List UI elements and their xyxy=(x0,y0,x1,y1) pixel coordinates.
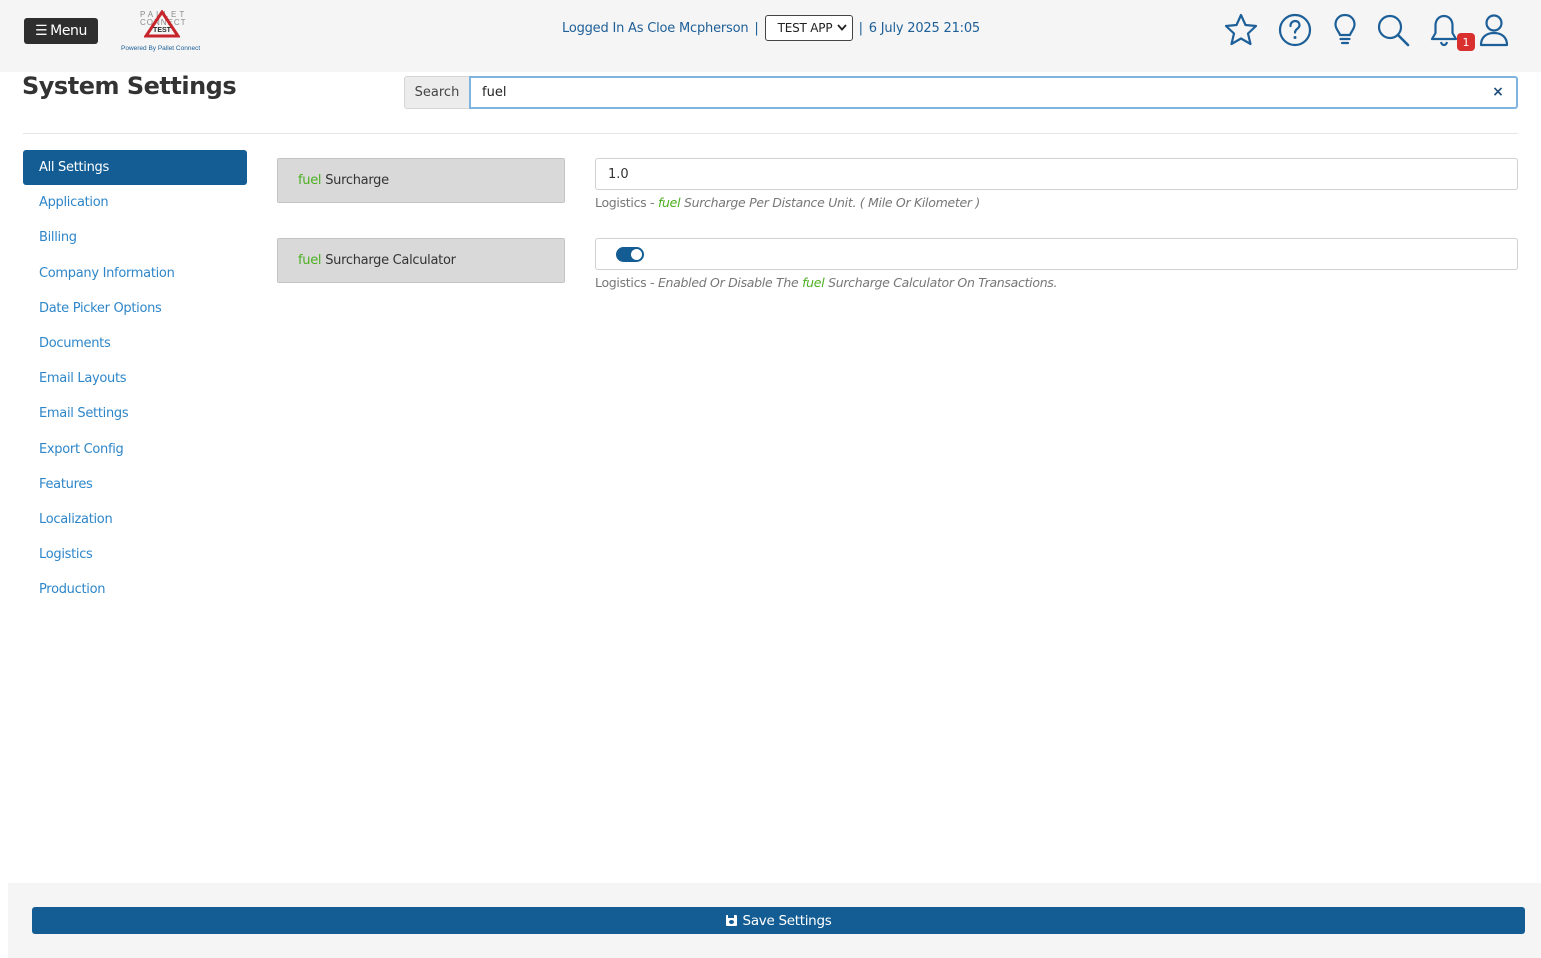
user-info-bar: Logged In As Cloe Mcpherson | TEST APP |… xyxy=(562,15,980,41)
sidebar-item-company-information[interactable]: Company Information xyxy=(23,256,247,291)
app-logo[interactable]: PALLET CONNECT TEST Powered By Pallet Co… xyxy=(118,8,208,56)
setting-description-text: Enabled Or Disable The xyxy=(657,275,799,290)
sidebar-item-billing[interactable]: Billing xyxy=(23,220,247,255)
setting-description-text: Surcharge Calculator On Transactions. xyxy=(828,275,1058,290)
clear-search-button[interactable]: × xyxy=(1490,84,1506,100)
sidebar-item-all-settings[interactable]: All Settings xyxy=(23,150,247,186)
sidebar-item-email-layouts[interactable]: Email Layouts xyxy=(23,361,247,396)
menu-button-label: Menu xyxy=(50,23,87,39)
sidebar-item-export-config[interactable]: Export Config xyxy=(23,432,247,467)
star-icon xyxy=(1224,13,1258,46)
separator: | xyxy=(858,20,863,36)
search-highlight: fuel xyxy=(657,195,681,210)
search-icon xyxy=(1377,14,1410,47)
user-profile-button[interactable] xyxy=(1474,10,1514,50)
user-icon xyxy=(1479,14,1509,47)
divider xyxy=(23,133,1518,134)
menu-button[interactable]: ☰ Menu xyxy=(24,18,98,44)
setting-description: Logistics - fuel Surcharge Per Distance … xyxy=(595,195,980,210)
setting-label-fuel-surcharge: fuel Surcharge xyxy=(277,158,565,203)
logo-badge-text: TEST xyxy=(153,27,172,34)
tips-button[interactable] xyxy=(1325,10,1365,50)
fuel-surcharge-calculator-toggle[interactable] xyxy=(616,246,644,262)
help-icon xyxy=(1278,13,1312,47)
settings-sidebar: All Settings Application Billing Company… xyxy=(23,150,247,607)
notification-count-badge: 1 xyxy=(1457,33,1475,51)
current-datetime: 6 July 2025 21:05 xyxy=(868,20,980,36)
sidebar-item-production[interactable]: Production xyxy=(23,572,247,607)
sidebar-item-localization[interactable]: Localization xyxy=(23,502,247,537)
favorites-button[interactable] xyxy=(1221,10,1261,50)
setting-description-text: Surcharge Per Distance Unit. ( Mile Or K… xyxy=(683,195,980,210)
hamburger-icon: ☰ xyxy=(35,23,48,39)
setting-label-text: Surcharge xyxy=(325,173,389,188)
search-highlight: fuel xyxy=(298,253,322,268)
setting-category: Logistics - xyxy=(595,275,655,290)
sidebar-item-date-picker-options[interactable]: Date Picker Options xyxy=(23,291,247,326)
search-label: Search xyxy=(404,76,470,109)
save-settings-label: Save Settings xyxy=(742,912,832,929)
setting-label-fuel-surcharge-calculator: fuel Surcharge Calculator xyxy=(277,238,565,283)
separator: | xyxy=(754,20,759,36)
global-search-button[interactable] xyxy=(1373,10,1413,50)
fuel-surcharge-input[interactable] xyxy=(595,158,1518,190)
logo-powered-by: Powered By Pallet Connect xyxy=(121,45,201,52)
close-icon: × xyxy=(1492,84,1504,100)
sidebar-item-application[interactable]: Application xyxy=(23,185,247,220)
search-highlight: fuel xyxy=(298,173,322,188)
help-button[interactable] xyxy=(1275,10,1315,50)
sidebar-item-email-settings[interactable]: Email Settings xyxy=(23,396,247,431)
sidebar-item-logistics[interactable]: Logistics xyxy=(23,537,247,572)
sidebar-item-features[interactable]: Features xyxy=(23,467,247,502)
setting-category: Logistics - xyxy=(595,195,655,210)
search-highlight: fuel xyxy=(802,275,825,290)
lightbulb-icon xyxy=(1334,13,1356,45)
fuel-surcharge-calculator-field xyxy=(595,238,1518,270)
page-title: System Settings xyxy=(22,72,237,100)
warning-triangle-logo-icon: TEST xyxy=(144,10,180,38)
sidebar-item-documents[interactable]: Documents xyxy=(23,326,247,361)
toggle-knob xyxy=(631,248,642,260)
settings-search-input[interactable] xyxy=(469,76,1518,109)
chevron-down-icon xyxy=(836,23,847,34)
setting-label-text: Surcharge Calculator xyxy=(325,253,456,268)
setting-description: Logistics - Enabled Or Disable The fuel … xyxy=(595,275,1058,290)
app-select-dropdown[interactable]: TEST APP xyxy=(764,15,853,41)
save-settings-button[interactable]: Save Settings xyxy=(32,907,1525,934)
app-select-value: TEST APP xyxy=(777,21,833,35)
floppy-disk-icon xyxy=(725,915,737,926)
logged-in-text: Logged In As Cloe Mcpherson xyxy=(562,20,749,36)
